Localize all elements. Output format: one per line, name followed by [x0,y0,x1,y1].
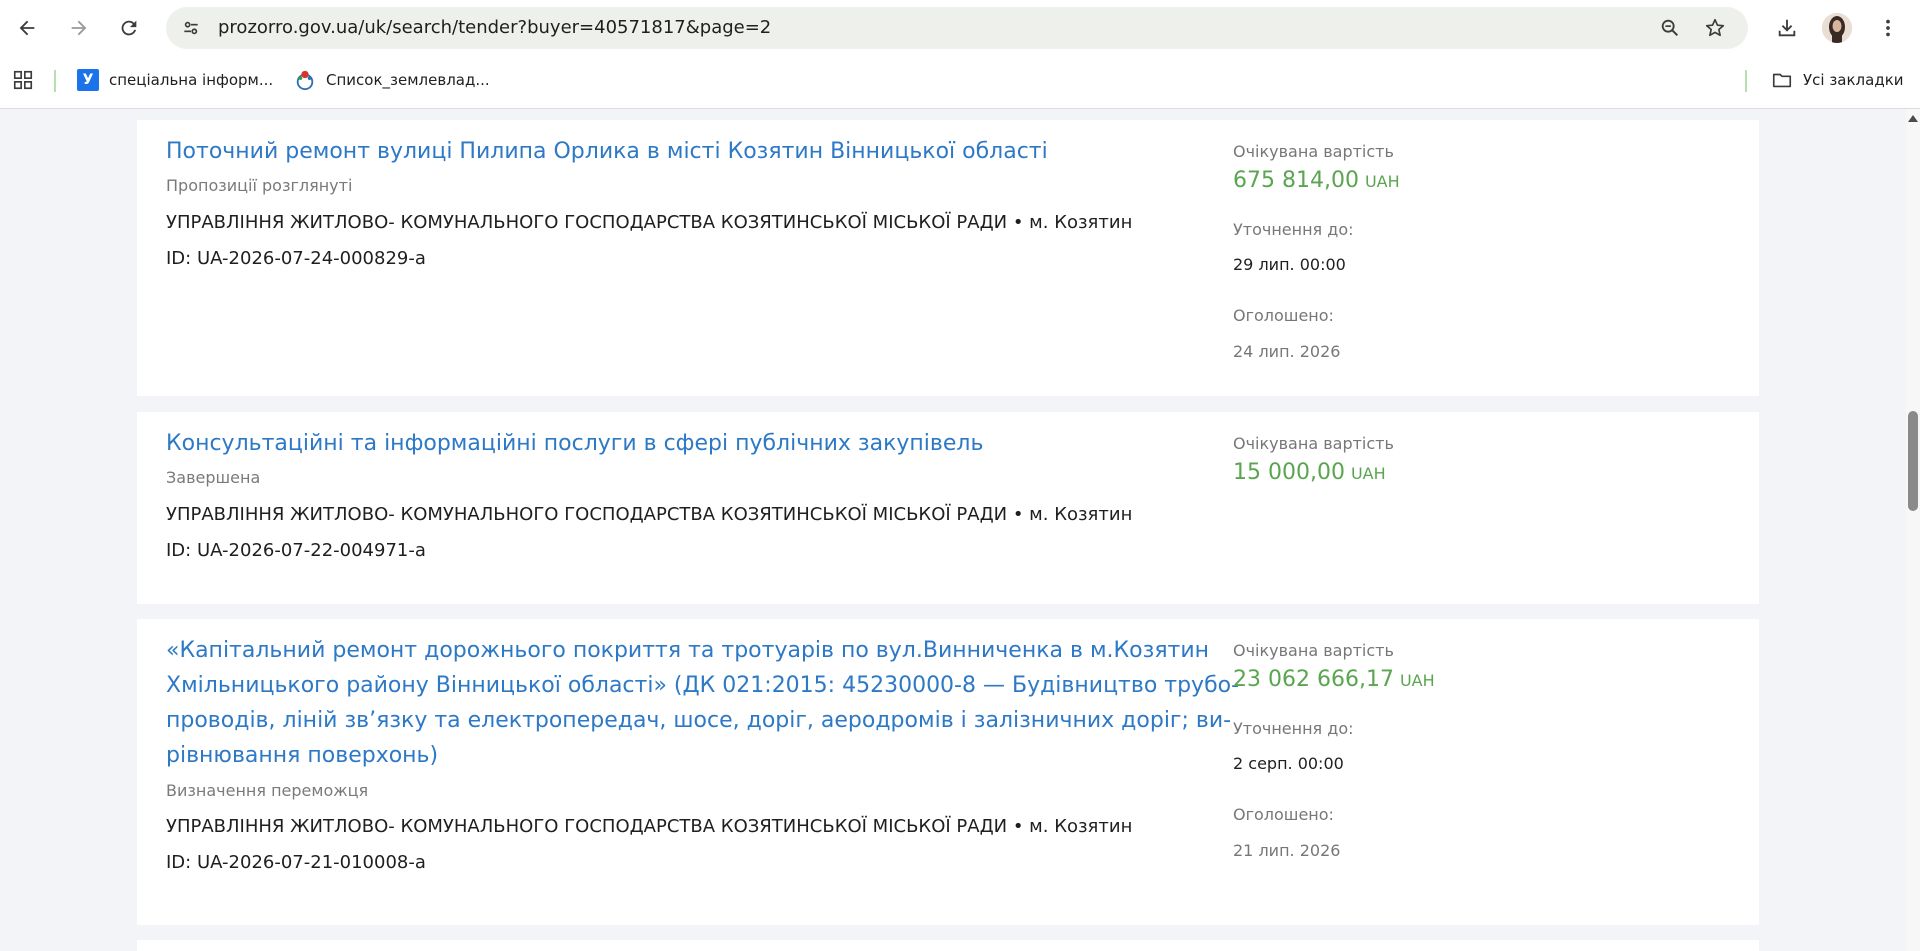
wiki-icon [296,70,314,91]
downloads-button[interactable] [1772,13,1802,43]
bookmark-label: спеціальна інформ... [109,71,274,89]
tune-icon [184,21,198,35]
zoom-icon [1661,19,1679,37]
browser-chrome: prozorro.gov.ua/uk/search/tender?buyer=4… [0,0,1920,109]
forward-button[interactable] [64,13,94,43]
address-bar[interactable]: prozorro.gov.ua/uk/search/tender?buyer=4… [166,7,1748,49]
clarification-date: 29 лип. 00:00 [1233,255,1346,274]
expected-value-amount: 15 000,00 UAH [1233,460,1386,485]
browser-toolbar: prozorro.gov.ua/uk/search/tender?buyer=4… [0,0,1920,56]
tender-title-line: «Капітальний ремонт дорожнього покриття … [166,638,1210,663]
arrow-right-icon [71,20,87,36]
page-scrollbar[interactable] [1906,109,1920,951]
amount-value: 23 062 666,17 [1233,667,1394,692]
tender-title-link[interactable]: «Капітальний ремонт дорожнього покриття … [166,633,1326,773]
tender-buyer: УПРАВЛІННЯ ЖИТЛОВО- КОМУНАЛЬНОГО ГОСПОДА… [166,816,1133,837]
url-text[interactable]: prozorro.gov.ua/uk/search/tender?buyer=4… [218,17,771,38]
announced-label: Оголошено: [1233,805,1334,824]
expected-value-label: Очікувана вартість [1233,434,1394,453]
apps-button[interactable] [12,68,34,92]
star-icon [1705,18,1725,37]
tender-title-line: Хмільницького району Вінницької області»… [166,673,1240,698]
menu-button[interactable] [1873,13,1903,43]
expected-value-amount: 23 062 666,17 UAH [1233,667,1435,692]
tender-card: Консультаційні та інформаційні послуги в… [137,412,1759,604]
folder-icon [1772,73,1792,88]
amount-currency: UAH [1399,671,1435,690]
clarification-label: Уточнення до: [1233,719,1354,738]
bookmark-label: Список_землевлад... [326,71,490,89]
more-vertical-icon [1886,19,1890,37]
all-bookmarks-button[interactable]: Усі закладки [1771,68,1904,92]
tender-card [137,940,1759,951]
scroll-up-arrow-icon[interactable] [1908,115,1918,122]
profile-picture-icon [1822,13,1852,43]
bookmark-item-special-info[interactable]: У спеціальна інформ... [77,68,273,92]
amount-currency: UAH [1350,464,1386,483]
search-results-page: Поточний ремонт вулиці Пилипа Орлика в м… [0,109,1906,951]
site-info-button[interactable] [179,16,203,40]
announced-date: 24 лип. 2026 [1233,342,1341,361]
announced-date: 21 лип. 2026 [1233,841,1341,860]
tender-status: Визначення переможця [166,781,369,800]
expected-value-amount: 675 814,00 UAH [1233,168,1400,193]
profile-avatar[interactable] [1822,13,1852,43]
expected-value-label: Очікувана вартість [1233,142,1394,161]
clarification-label: Уточнення до: [1233,220,1354,239]
tender-status: Завершена [166,468,261,487]
announced-label: Оголошено: [1233,306,1334,325]
tender-card: «Капітальний ремонт дорожнього покриття … [137,619,1759,925]
arrow-left-icon [19,20,35,36]
tender-buyer: УПРАВЛІННЯ ЖИТЛОВО- КОМУНАЛЬНОГО ГОСПОДА… [166,212,1133,233]
tender-title-line: рівнювання поверхонь) [166,743,439,768]
back-button[interactable] [12,13,42,43]
expected-value-label: Очікувана вартість [1233,641,1394,660]
tender-title-link[interactable]: Консультаційні та інформаційні послуги в… [166,426,1326,461]
amount-value: 15 000,00 [1233,460,1345,485]
reload-button[interactable] [114,13,144,43]
tender-id: ID: UA-2026-07-24-000829-a [166,248,426,269]
zoom-button[interactable] [1658,16,1682,40]
all-bookmarks-label: Усі закладки [1803,71,1904,89]
bookmarks-bar: У спеціальна інформ... Список_землевлад.… [0,60,1920,100]
scroll-thumb[interactable] [1908,411,1918,511]
bookmark-item-land-owners[interactable]: Список_землевлад... [294,68,490,92]
tender-id: ID: UA-2026-07-22-004971-a [166,540,426,561]
tender-id: ID: UA-2026-07-21-010008-a [166,852,426,873]
bookmarks-separator [54,70,56,92]
tender-title-link[interactable]: Поточний ремонт вулиці Пилипа Орлика в м… [166,134,1326,169]
download-icon [1778,19,1796,37]
tender-title-line: проводів, ліній зв’язку та електропереда… [166,708,1232,733]
reload-icon [121,20,137,36]
u-badge-icon: У [77,69,99,91]
tender-card: Поточний ремонт вулиці Пилипа Орлика в м… [137,120,1759,396]
clarification-date: 2 серп. 00:00 [1233,754,1344,773]
amount-currency: UAH [1364,172,1400,191]
apps-grid-icon [13,70,33,90]
amount-value: 675 814,00 [1233,168,1359,193]
tender-buyer: УПРАВЛІННЯ ЖИТЛОВО- КОМУНАЛЬНОГО ГОСПОДА… [166,504,1133,525]
bookmark-star-button[interactable] [1703,16,1727,40]
bookmarks-separator [1745,70,1747,92]
tender-status: Пропозиції розглянуті [166,176,353,195]
